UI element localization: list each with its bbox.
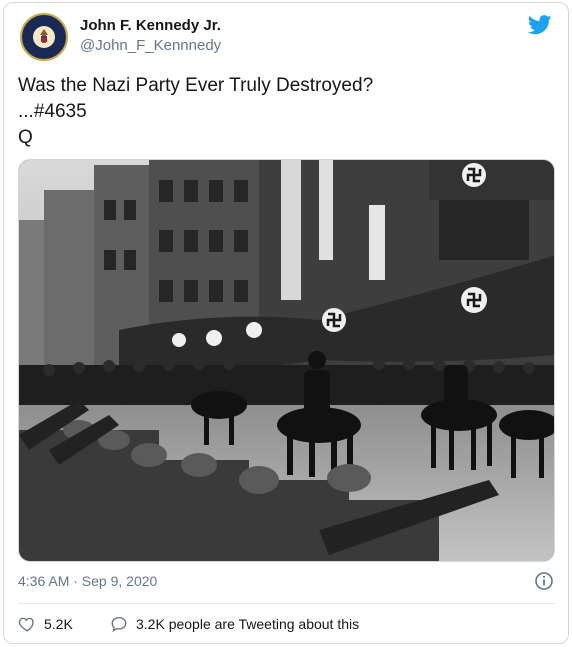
avatar[interactable] <box>20 13 68 61</box>
divider <box>18 603 556 604</box>
info-icon[interactable] <box>534 571 554 591</box>
twitter-bird-icon[interactable] <box>528 15 552 35</box>
comment-icon <box>111 616 127 633</box>
tweet-timestamp[interactable]: 4:36 AM · Sep 9, 2020 <box>18 573 157 589</box>
conversation-button[interactable]: 3.2K people are Tweeting about this <box>110 615 359 633</box>
presidential-seal-icon <box>29 22 59 52</box>
parade-photo-illustration <box>19 160 554 561</box>
heart-icon <box>18 617 34 632</box>
tweet-line-1: Was the Nazi Party Ever Truly Destroyed? <box>18 75 374 96</box>
tweet-card[interactable]: John F. Kennedy Jr. @John_F_Kennnedy Was… <box>3 2 569 644</box>
like-count: 5.2K <box>44 616 73 632</box>
tweet-line-2[interactable]: ...#4635 <box>18 99 558 125</box>
display-name[interactable]: John F. Kennedy Jr. <box>80 17 221 34</box>
tweet-photo[interactable] <box>18 159 555 562</box>
tweet-header: John F. Kennedy Jr. @John_F_Kennnedy <box>18 13 558 61</box>
tweet-text: Was the Nazi Party Ever Truly Destroyed?… <box>18 73 558 151</box>
conversation-text: 3.2K people are Tweeting about this <box>136 616 360 632</box>
like-button[interactable]: 5.2K <box>18 615 73 633</box>
tweet-line-3: Q <box>18 127 33 148</box>
user-handle[interactable]: @John_F_Kennnedy <box>80 37 221 54</box>
